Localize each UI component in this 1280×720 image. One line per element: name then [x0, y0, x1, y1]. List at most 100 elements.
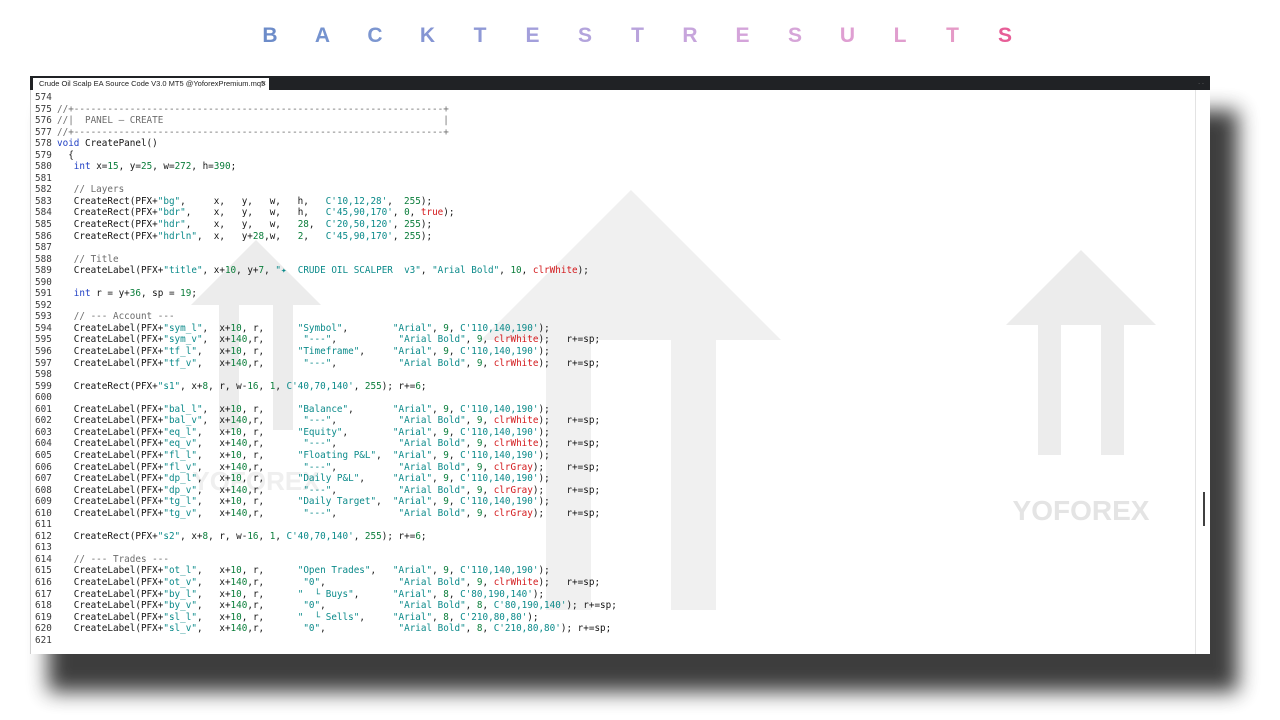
- code-token: ,: [448, 426, 461, 438]
- code-token: );: [538, 346, 550, 358]
- code-token: "by_l": [163, 588, 197, 600]
- code-token: 19: [180, 288, 192, 300]
- code-token: "sym_l": [163, 322, 203, 334]
- code-token: ,r,: [247, 438, 304, 450]
- code-text: CreateLabel(PFX+"tg_v", x+140,r, "---", …: [57, 508, 600, 520]
- code-token: clrWhite: [532, 265, 578, 277]
- code-line[interactable]: 580 int x=15, y=25, w=272, h=390;: [31, 161, 1197, 173]
- code-line[interactable]: 617 CreateLabel(PFX+"by_l", x+10, r, " └…: [31, 589, 1197, 601]
- line-number: 593: [35, 311, 52, 323]
- code-token: C'110,140,190': [460, 473, 539, 485]
- code-line[interactable]: 616 CreateLabel(PFX+"ot_v", x+140,r, "0"…: [31, 577, 1197, 589]
- code-line[interactable]: 578 void CreatePanel(): [31, 138, 1197, 150]
- window-controls[interactable]: . .: [1198, 78, 1204, 88]
- code-token: "---": [303, 438, 332, 450]
- code-line[interactable]: 615 CreateLabel(PFX+"ot_l", x+10, r, "Op…: [31, 565, 1197, 577]
- code-token: "Balance": [297, 403, 349, 415]
- vertical-scrollbar[interactable]: [1195, 90, 1210, 654]
- code-line[interactable]: 576 //| PANEL — CREATE |: [31, 115, 1197, 127]
- code-line[interactable]: 600: [31, 392, 1197, 404]
- code-token: ;: [191, 288, 197, 300]
- code-text: CreateRect(PFX+"s2", x+8, r, w-16, 1, C'…: [57, 531, 427, 543]
- code-line[interactable]: 596 CreateLabel(PFX+"tf_l", x+10, r, "Ti…: [31, 346, 1197, 358]
- code-token: ,: [331, 507, 399, 519]
- code-token: CreateLabel(PFX+: [57, 426, 164, 438]
- code-line[interactable]: 575 //+----------------------------------…: [31, 104, 1197, 116]
- code-token: "bdr": [157, 207, 186, 219]
- code-token: 140: [230, 415, 248, 427]
- code-line[interactable]: 603 CreateLabel(PFX+"eq_l", x+10, r, "Eq…: [31, 427, 1197, 439]
- code-line[interactable]: 594 CreateLabel(PFX+"sym_l", x+10, r, "S…: [31, 323, 1197, 335]
- code-token: CreateLabel(PFX+: [57, 623, 164, 635]
- code-line[interactable]: 583 CreateRect(PFX+"bg", x, y, w, h, C'1…: [31, 196, 1197, 208]
- file-tab[interactable]: Crude Oil Scalp EA Source Code V3.0 MT5 …: [33, 78, 269, 90]
- code-token: );: [538, 565, 550, 577]
- code-line[interactable]: 587: [31, 242, 1197, 254]
- code-line[interactable]: 610 CreateLabel(PFX+"tg_v", x+140,r, "--…: [31, 508, 1197, 520]
- code-token: ,: [432, 496, 444, 508]
- code-token: , x, y, w,: [185, 219, 298, 231]
- code-token: C'45,90,170': [325, 207, 393, 219]
- code-line[interactable]: 612 CreateRect(PFX+"s2", x+8, r, w-16, 1…: [31, 531, 1197, 543]
- code-line[interactable]: 608 CreateLabel(PFX+"dp_v", x+140,r, "--…: [31, 485, 1197, 497]
- code-line[interactable]: 589 CreateLabel(PFX+"title", x+10, y+7, …: [31, 265, 1197, 277]
- code-token: ,: [409, 207, 421, 219]
- code-token: clrGray: [493, 507, 533, 519]
- code-token: 16: [247, 530, 259, 542]
- code-token: "fl_v": [163, 461, 197, 473]
- code-line[interactable]: 585 CreateRect(PFX+"hdr", x, y, w, 28, C…: [31, 219, 1197, 231]
- code-line[interactable]: 595 CreateLabel(PFX+"sym_v", x+140,r, "-…: [31, 334, 1197, 346]
- code-token: int: [73, 288, 91, 300]
- code-line[interactable]: 592: [31, 300, 1197, 312]
- code-line[interactable]: 611: [31, 519, 1197, 531]
- code-line[interactable]: 577 //+----------------------------------…: [31, 127, 1197, 139]
- code-token: ,: [465, 438, 477, 450]
- code-line[interactable]: 605 CreateLabel(PFX+"fl_l", x+10, r, "Fl…: [31, 450, 1197, 462]
- code-line[interactable]: 618 CreateLabel(PFX+"by_v", x+140,r, "0"…: [31, 600, 1197, 612]
- code-token: 255: [404, 219, 421, 231]
- code-lines[interactable]: 574 575 //+-------------------------------…: [31, 92, 1197, 646]
- code-token: "Arial Bold": [432, 265, 500, 277]
- code-token: , r, w-: [208, 530, 248, 542]
- line-number: 584: [35, 207, 52, 219]
- code-token: );: [420, 230, 433, 242]
- code-line[interactable]: 614 // --- Trades ---: [31, 554, 1197, 566]
- code-token: , x+: [196, 346, 231, 358]
- code-line[interactable]: 593 // --- Account ---: [31, 311, 1197, 323]
- code-line[interactable]: 604 CreateLabel(PFX+"eq_v", x+140,r, "--…: [31, 438, 1197, 450]
- code-line[interactable]: 597 CreateLabel(PFX+"tf_v", x+140,r, "--…: [31, 358, 1197, 370]
- code-line[interactable]: 606 CreateLabel(PFX+"fl_v", x+140,r, "--…: [31, 462, 1197, 474]
- code-line[interactable]: 601 CreateLabel(PFX+"bal_l", x+10, r, "B…: [31, 404, 1197, 416]
- code-line[interactable]: 579 {: [31, 150, 1197, 162]
- code-line[interactable]: 609 CreateLabel(PFX+"tg_l", x+10, r, "Da…: [31, 496, 1197, 508]
- code-line[interactable]: 586 CreateRect(PFX+"hdrln", x, y+28,w, 2…: [31, 231, 1197, 243]
- code-token: "Arial Bold": [398, 576, 466, 588]
- code-token: CreateLabel(PFX+: [57, 484, 164, 496]
- code-line[interactable]: 582 // Layers: [31, 184, 1197, 196]
- code-line[interactable]: 590: [31, 277, 1197, 289]
- code-line[interactable]: 613: [31, 542, 1197, 554]
- code-line[interactable]: 599 CreateRect(PFX+"s1", x+8, r, w-16, 1…: [31, 381, 1197, 393]
- code-line[interactable]: 621: [31, 635, 1197, 647]
- code-line[interactable]: 620 CreateLabel(PFX+"sl_v", x+140,r, "0"…: [31, 623, 1197, 635]
- code-text: // --- Account ---: [57, 311, 175, 323]
- code-line[interactable]: 619 CreateLabel(PFX+"sl_l", x+10, r, " └…: [31, 612, 1197, 624]
- code-token: "hdr": [157, 219, 186, 231]
- code-line[interactable]: 598: [31, 369, 1197, 381]
- code-editor[interactable]: YOFOREX YOFOREX 574 575//+---------------…: [30, 90, 1210, 654]
- code-text: //| PANEL — CREATE |: [57, 115, 449, 127]
- code-line[interactable]: 602 CreateLabel(PFX+"bal_v", x+140,r, "-…: [31, 415, 1197, 427]
- code-line[interactable]: 591 int r = y+36, sp = 19;: [31, 288, 1197, 300]
- code-token: , r,: [241, 611, 298, 623]
- code-line[interactable]: 581: [31, 173, 1197, 185]
- line-number: 621: [35, 634, 52, 646]
- code-token: , x+: [196, 588, 231, 600]
- code-line[interactable]: 574: [31, 92, 1197, 104]
- close-icon[interactable]: ×: [261, 78, 266, 90]
- code-line[interactable]: 584 CreateRect(PFX+"bdr", x, y, w, h, C'…: [31, 207, 1197, 219]
- code-line[interactable]: 588 // Title: [31, 254, 1197, 266]
- code-token: , r,: [241, 588, 298, 600]
- scrollbar-thumb[interactable]: [1203, 492, 1205, 526]
- code-line[interactable]: 607 CreateLabel(PFX+"dp_l", x+10, r, "Da…: [31, 473, 1197, 485]
- code-token: ;: [420, 380, 427, 392]
